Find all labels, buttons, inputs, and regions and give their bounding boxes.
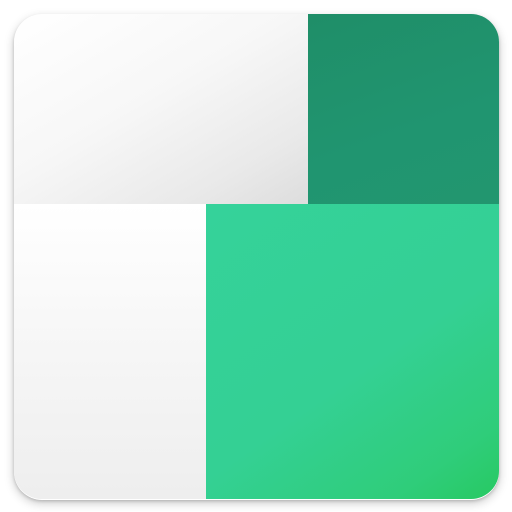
bright-green-tile-bottom-right: [206, 204, 499, 499]
light-tile-bottom-left: [14, 204, 206, 499]
dark-green-tile-top-right: [308, 14, 499, 204]
icon-canvas: [0, 0, 512, 512]
light-tile-top-left: [14, 14, 308, 204]
app-icon[interactable]: [14, 14, 499, 499]
